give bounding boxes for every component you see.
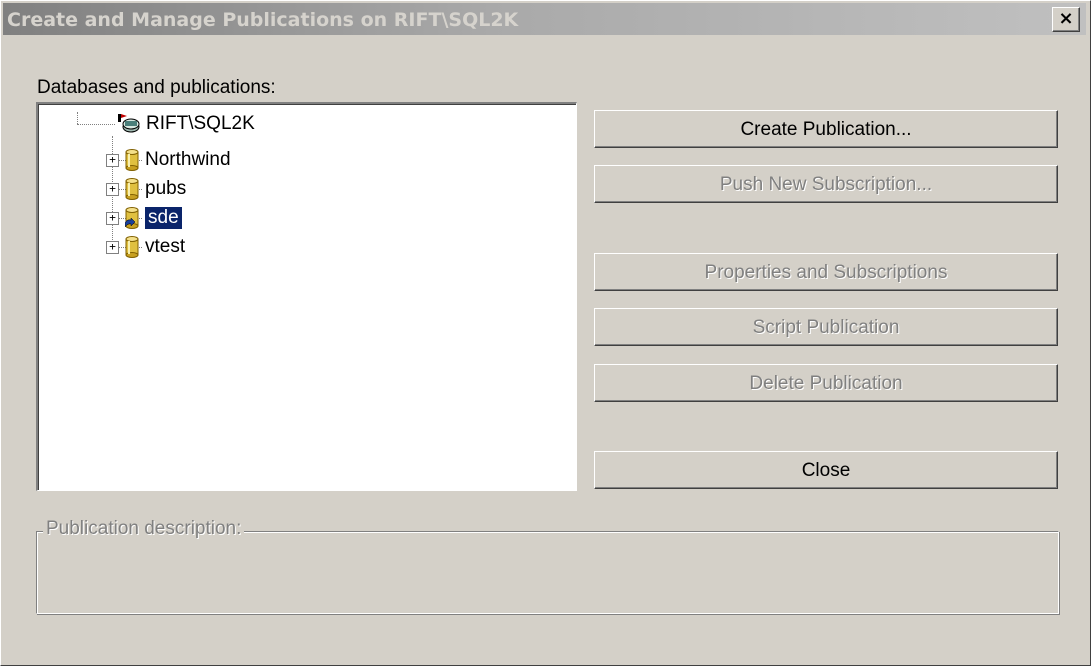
tree-item-pubs[interactable]: + pubs [106, 177, 186, 201]
databases-tree[interactable]: RIFT\SQL2K + Northwind + pubs + sde + vt… [36, 102, 577, 491]
script-publication-button[interactable]: Script Publication [594, 308, 1058, 346]
databases-label: Databases and publications: [37, 77, 276, 98]
published-database-icon [125, 207, 139, 229]
tree-root-node[interactable]: RIFT\SQL2K [116, 112, 255, 136]
push-new-subscription-button[interactable]: Push New Subscription... [594, 165, 1058, 203]
delete-publication-button[interactable]: Delete Publication [594, 364, 1058, 402]
database-icon [125, 178, 139, 200]
tree-connector [77, 124, 115, 125]
tree-item-label: Northwind [145, 149, 231, 170]
close-window-button[interactable]: × [1052, 7, 1080, 32]
close-button[interactable]: Close [594, 451, 1058, 489]
expand-icon[interactable]: + [106, 240, 119, 254]
properties-and-subscriptions-button[interactable]: Properties and Subscriptions [594, 253, 1058, 291]
tree-item-label: vtest [145, 236, 186, 257]
tree-item-label-selected: sde [145, 207, 182, 229]
tree-item-sde[interactable]: + sde [106, 206, 182, 230]
database-icon [125, 236, 139, 258]
database-icon [125, 149, 139, 171]
create-publication-button[interactable]: Create Publication... [594, 110, 1058, 148]
tree-root-label: RIFT\SQL2K [146, 113, 255, 134]
server-icon [118, 114, 140, 133]
publication-description-label: Publication description: [43, 518, 245, 540]
tree-item-label: pubs [145, 178, 187, 199]
expand-icon[interactable]: + [106, 182, 119, 196]
publication-description-group [36, 531, 1059, 614]
publications-dialog: Create and Manage Publications on RIFT\S… [0, 0, 1091, 666]
expand-icon[interactable]: + [106, 211, 119, 225]
window-title: Create and Manage Publications on RIFT\S… [7, 9, 519, 31]
title-bar[interactable]: Create and Manage Publications on RIFT\S… [3, 3, 1086, 35]
tree-item-vtest[interactable]: + vtest [106, 235, 185, 259]
tree-connector [77, 112, 78, 124]
tree-item-northwind[interactable]: + Northwind [106, 148, 231, 172]
expand-icon[interactable]: + [106, 153, 119, 167]
